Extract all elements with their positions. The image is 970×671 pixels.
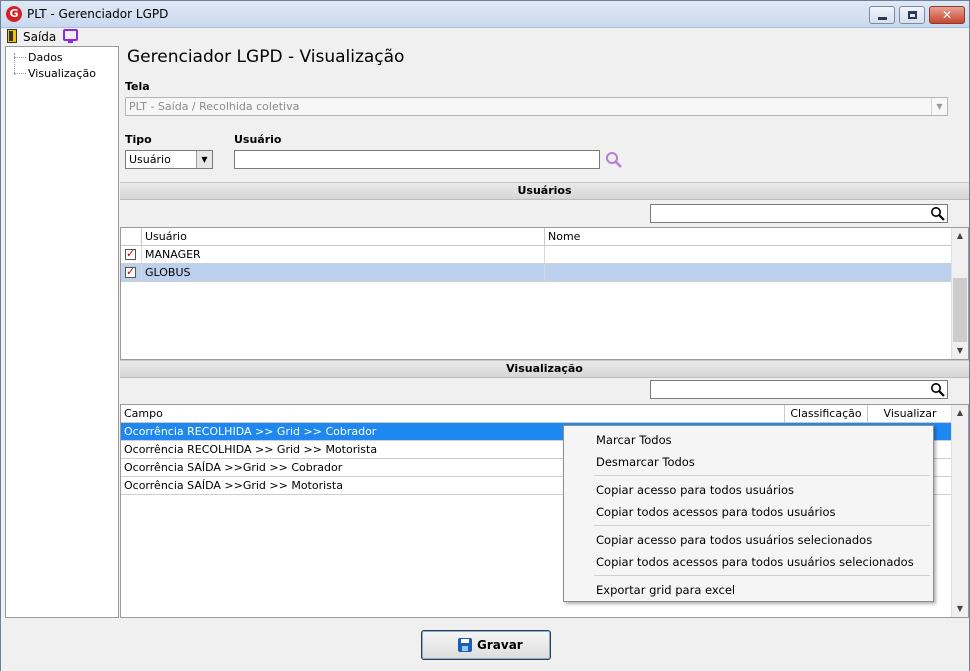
floppy-disk-icon [458, 638, 472, 652]
menu-item-copiar-acesso-todos[interactable]: Copiar acesso para todos usuários [564, 479, 933, 501]
column-header-classificacao[interactable]: Classificação [785, 405, 868, 422]
menu-item-copiar-todos-acessos-todos[interactable]: Copiar todos acessos para todos usuários [564, 501, 933, 523]
cell-nome [545, 246, 952, 263]
title-bar: G PLT - Gerenciador LGPD ✕ [1, 1, 969, 28]
search-icon[interactable] [605, 151, 623, 169]
column-header-nome[interactable]: Nome [545, 228, 952, 245]
main-window: G PLT - Gerenciador LGPD ✕ Saída Dados V… [0, 0, 970, 671]
column-header-usuario[interactable]: Usuário [142, 228, 545, 245]
cell-usuario: MANAGER [142, 246, 545, 263]
usuario-label: Usuário [234, 133, 282, 146]
users-grid-header: Usuário Nome [121, 228, 952, 246]
menu-item-desmarcar-todos[interactable]: Desmarcar Todos [564, 451, 933, 473]
tela-value: PLT - Saída / Recolhida coletiva [129, 100, 300, 113]
checkbox[interactable] [125, 265, 136, 278]
menu-bar: Saída [1, 28, 969, 46]
view-section-header: Visualização [120, 360, 969, 378]
tree-connector [14, 73, 26, 74]
usuario-input[interactable] [234, 150, 600, 169]
close-icon: ✕ [941, 8, 953, 22]
menu-separator [594, 525, 930, 526]
users-filter-input[interactable] [650, 204, 948, 223]
app-g-icon: G [6, 6, 22, 22]
menu-separator [594, 575, 930, 576]
scroll-thumb[interactable] [953, 278, 967, 342]
menu-item-exportar-excel[interactable]: Exportar grid para excel [564, 579, 933, 601]
chevron-down-icon[interactable]: ▼ [196, 151, 212, 168]
tipo-value: Usuário [129, 153, 171, 166]
users-grid: Usuário Nome MANAGER GLOBUS ▲ ▼ [120, 227, 969, 360]
scroll-down-icon[interactable]: ▼ [952, 343, 968, 359]
tree-item-visualizacao[interactable]: Visualização [28, 67, 96, 80]
table-row[interactable]: MANAGER [121, 246, 952, 264]
row-checkbox-cell[interactable] [121, 264, 142, 281]
tree-connector [14, 57, 26, 58]
column-header-check [121, 228, 142, 245]
view-scrollbar[interactable]: ▲ ▼ [951, 405, 968, 617]
row-checkbox-cell[interactable] [121, 246, 142, 263]
table-row[interactable]: GLOBUS [121, 264, 952, 282]
window-title: PLT - Gerenciador LGPD [27, 7, 169, 21]
exit-door-icon[interactable] [7, 29, 17, 43]
chevron-down-icon: ▼ [931, 98, 947, 115]
minimize-icon [878, 17, 887, 20]
monitor-icon[interactable] [63, 29, 78, 43]
menu-item-copiar-todos-acessos-selecionados[interactable]: Copiar todos acessos para todos usuários… [564, 551, 933, 573]
users-section-header: Usuários [120, 182, 969, 200]
column-header-visualizar[interactable]: Visualizar [868, 405, 952, 422]
search-icon[interactable] [930, 206, 945, 221]
menu-separator [594, 475, 930, 476]
menu-item-marcar-todos[interactable]: Marcar Todos [564, 429, 933, 451]
maximize-icon [908, 11, 917, 19]
search-icon[interactable] [930, 382, 945, 397]
view-filter-input[interactable] [650, 380, 948, 399]
scroll-down-icon[interactable]: ▼ [952, 601, 968, 617]
tipo-select[interactable]: Usuário ▼ [125, 150, 213, 169]
checkbox[interactable] [125, 247, 136, 260]
menu-item-copiar-acesso-selecionados[interactable]: Copiar acesso para todos usuários seleci… [564, 529, 933, 551]
close-button[interactable]: ✕ [929, 6, 965, 24]
save-button[interactable]: Gravar [421, 630, 551, 660]
page-title: Gerenciador LGPD - Visualização [127, 47, 405, 67]
tree-item-dados[interactable]: Dados [28, 51, 63, 64]
scroll-up-icon[interactable]: ▲ [952, 228, 968, 244]
minimize-button[interactable] [869, 6, 895, 24]
navigation-tree: Dados Visualização [5, 46, 119, 618]
scroll-track[interactable] [953, 422, 967, 598]
scroll-up-icon[interactable]: ▲ [952, 405, 968, 421]
tela-select: PLT - Saída / Recolhida coletiva ▼ [125, 97, 948, 116]
view-grid-header: Campo Classificação Visualizar [121, 405, 952, 423]
menu-exit[interactable]: Saída [23, 30, 56, 44]
column-header-campo[interactable]: Campo [121, 405, 785, 422]
tipo-label: Tipo [125, 133, 152, 146]
save-label: Gravar [477, 638, 523, 652]
tela-label: Tela [125, 80, 150, 93]
users-scrollbar[interactable]: ▲ ▼ [951, 228, 968, 359]
cell-usuario: GLOBUS [142, 264, 545, 281]
cell-nome [545, 264, 952, 281]
maximize-button[interactable] [899, 6, 925, 24]
context-menu: Marcar Todos Desmarcar Todos Copiar aces… [563, 425, 934, 602]
